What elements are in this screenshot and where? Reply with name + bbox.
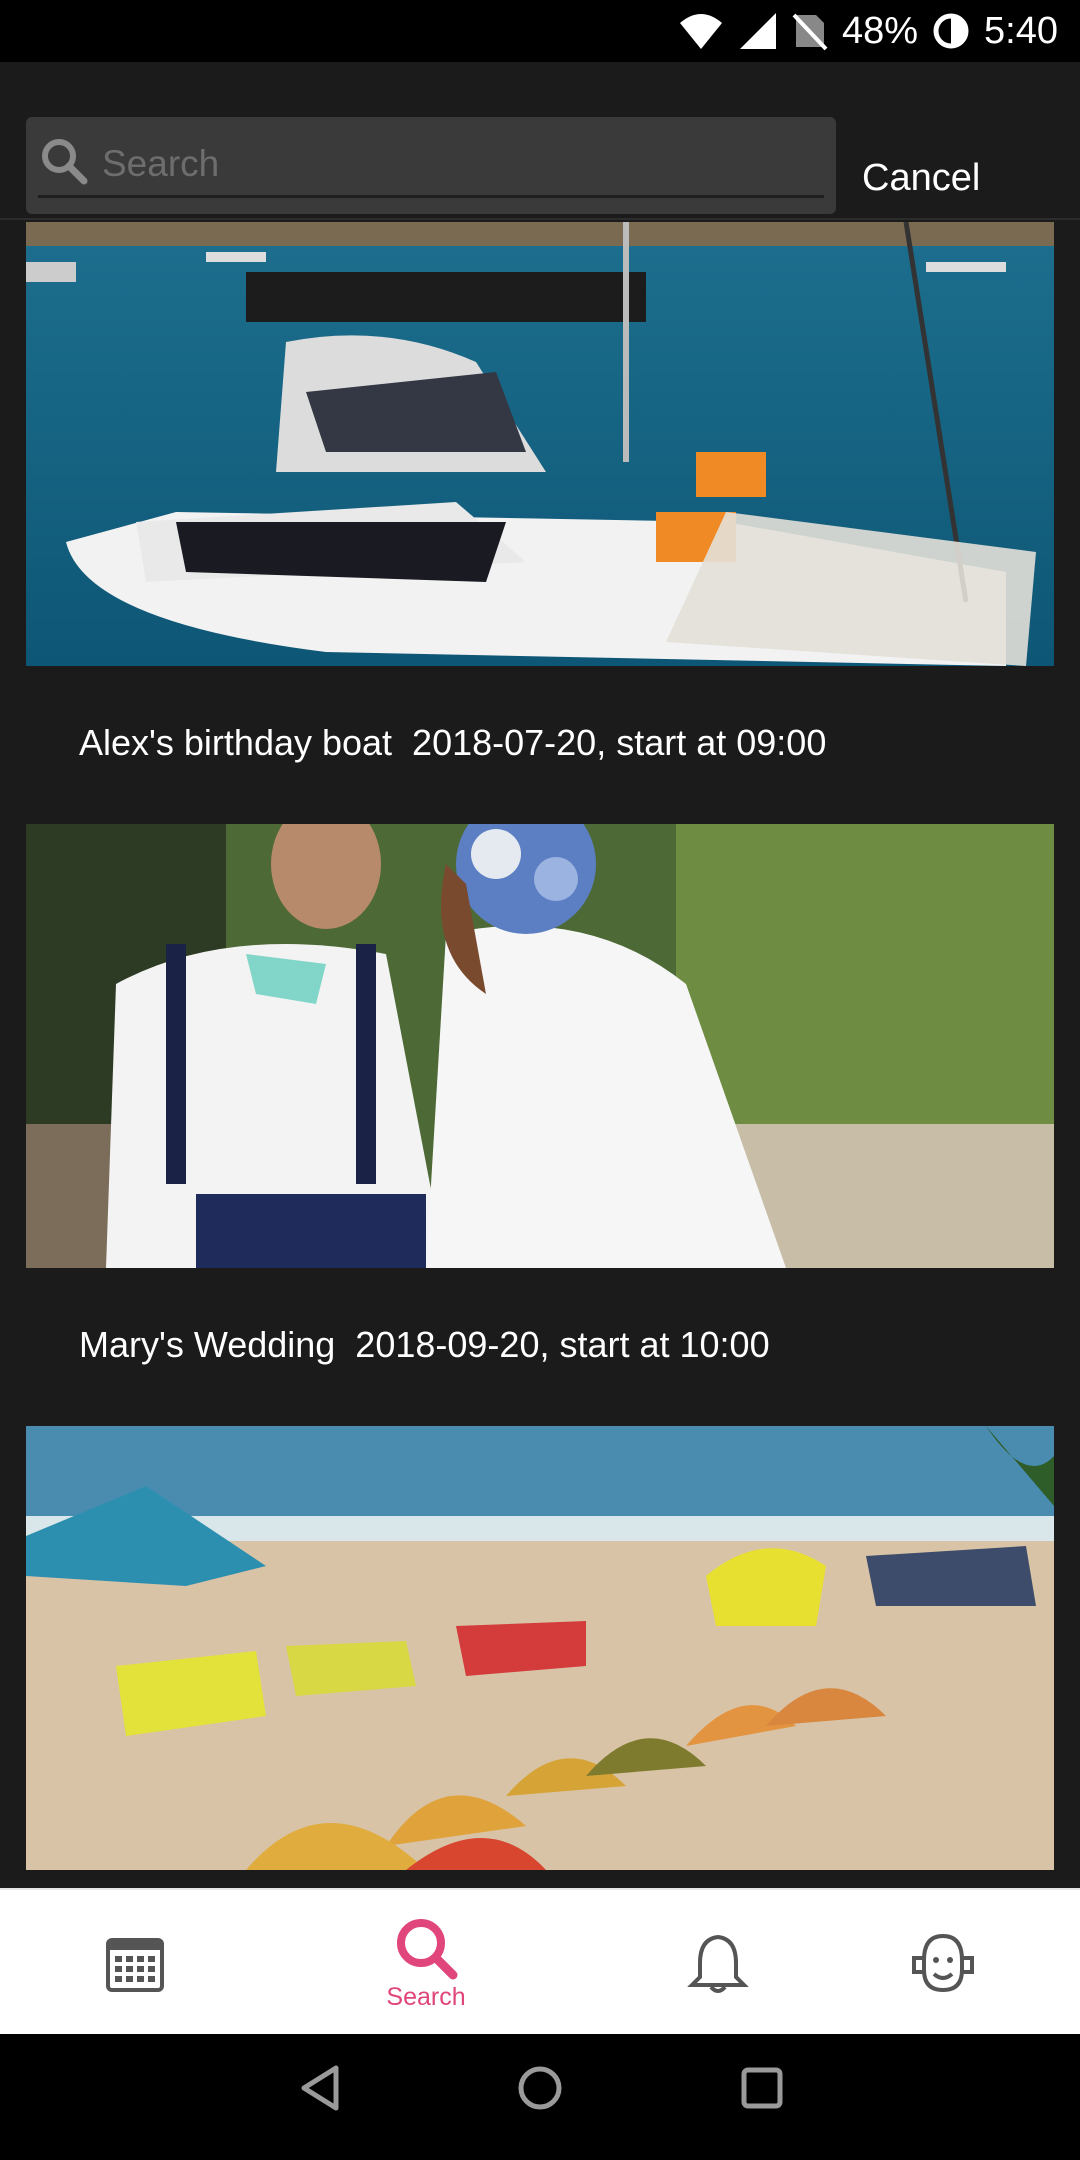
search-box[interactable] [26, 117, 836, 214]
cancel-button[interactable]: Cancel [862, 138, 1062, 218]
nav-calendar[interactable] [95, 1890, 175, 2036]
signal-icon [739, 13, 776, 49]
search-underline [38, 195, 824, 198]
battery-icon [933, 13, 969, 49]
nav-search[interactable]: Search [376, 1890, 476, 2036]
wifi-icon [679, 14, 722, 49]
recents-icon[interactable] [740, 2064, 784, 2112]
system-nav-bar [0, 2034, 1080, 2160]
nav-notifications[interactable] [686, 1890, 750, 2036]
event-image-boat[interactable] [26, 222, 1054, 666]
home-icon[interactable] [517, 2064, 563, 2112]
back-icon[interactable] [298, 2064, 342, 2112]
event-list: Alex's birthday boat 2018-07-20, start a… [0, 222, 1080, 1888]
profile-icon [912, 1933, 974, 1993]
search-input[interactable] [102, 139, 802, 189]
bottom-nav: Search [0, 1888, 1080, 2034]
search-header: Cancel [0, 62, 1080, 220]
status-bar: 48% 5:40 [0, 0, 1080, 62]
event-title[interactable]: Mary's Wedding 2018-09-20, start at 10:0… [79, 1324, 770, 1366]
nav-profile[interactable] [908, 1890, 978, 2036]
event-image-wedding[interactable] [26, 824, 1054, 1268]
no-sim-icon [792, 13, 828, 51]
battery-percent: 48% [841, 9, 919, 52]
event-title[interactable]: Alex's birthday boat 2018-07-20, start a… [79, 722, 826, 764]
nav-search-label: Search [386, 1982, 466, 2011]
calendar-icon [106, 1938, 164, 1992]
bell-icon [687, 1934, 749, 1993]
clock: 5:40 [984, 9, 1058, 52]
event-image-beach[interactable] [26, 1426, 1054, 1870]
search-icon [42, 139, 88, 185]
search-icon [397, 1918, 458, 1979]
